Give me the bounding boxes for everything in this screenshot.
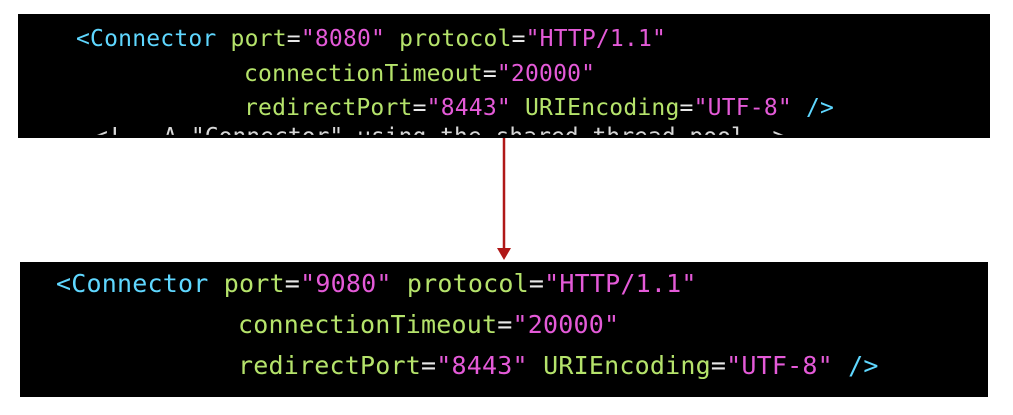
protocol-attr: protocol: [406, 269, 529, 298]
code-line-3: redirectPort="8443" URIEncoding="UTF-8" …: [238, 351, 879, 380]
timeout-attr: connectionTimeout: [238, 310, 498, 339]
protocol-value: "HTTP/1.1": [544, 269, 697, 298]
equals: =: [497, 310, 513, 339]
port-value: "9080": [300, 269, 392, 298]
equals: =: [421, 351, 437, 380]
port-attr: port: [223, 269, 285, 298]
tag-close: />: [848, 351, 879, 380]
equals: =: [528, 269, 545, 298]
redirect-value: "8443": [436, 351, 528, 380]
equals: =: [710, 351, 727, 380]
redirect-attr: redirectPort: [238, 351, 422, 380]
code-snippet-modified: <Connector port="9080" protocol="HTTP/1.…: [20, 262, 988, 397]
equals: =: [284, 269, 301, 298]
connector-tag: <Connector: [56, 269, 209, 298]
code-line-2: connectionTimeout="20000": [238, 310, 619, 339]
uri-encoding-value: "UTF-8": [726, 351, 833, 380]
timeout-value: "20000": [512, 310, 620, 339]
code-line-1: <Connector port="9080" protocol="HTTP/1.…: [56, 269, 697, 298]
uri-encoding-attr: URIEncoding: [543, 351, 711, 380]
